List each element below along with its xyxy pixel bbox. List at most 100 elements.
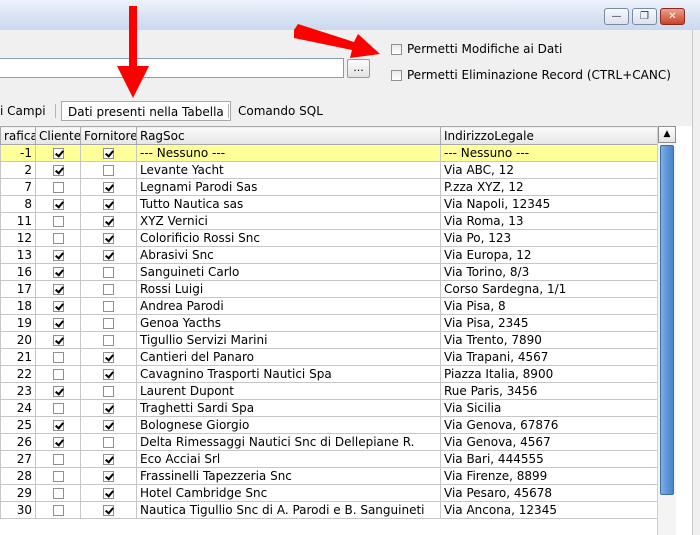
cliente-checkbox[interactable] bbox=[52, 420, 64, 431]
cell-id[interactable]: 25 bbox=[0, 416, 36, 434]
fornitore-checkbox[interactable] bbox=[103, 488, 114, 499]
scroll-thumb[interactable] bbox=[660, 145, 674, 495]
fornitore-checkbox[interactable] bbox=[103, 454, 114, 465]
cell-id[interactable]: 20 bbox=[0, 331, 36, 349]
cell-indirizzo[interactable]: Via Pisa, 2345 bbox=[440, 314, 658, 332]
fornitore-checkbox[interactable] bbox=[103, 301, 114, 312]
fornitore-checkbox[interactable] bbox=[103, 165, 114, 176]
cell-indirizzo[interactable]: Via ABC, 12 bbox=[440, 161, 658, 179]
cell-ragsoc[interactable]: Colorificio Rossi Snc bbox=[136, 229, 441, 247]
table-row[interactable]: 25 Bolognese Giorgio Via Genova, 67876 bbox=[0, 416, 658, 434]
cell-fornitore[interactable] bbox=[80, 246, 137, 264]
cliente-checkbox[interactable] bbox=[52, 165, 64, 176]
cell-indirizzo[interactable]: Via Sicilia bbox=[440, 399, 658, 417]
cliente-checkbox[interactable] bbox=[52, 352, 64, 363]
cliente-checkbox[interactable] bbox=[52, 250, 64, 261]
cell-id[interactable]: 18 bbox=[0, 297, 36, 315]
cell-cliente[interactable] bbox=[35, 365, 81, 383]
cell-id[interactable]: 21 bbox=[0, 348, 36, 366]
cell-cliente[interactable] bbox=[35, 348, 81, 366]
cell-cliente[interactable] bbox=[35, 484, 81, 502]
cell-ragsoc[interactable]: Nautica Tigullio Snc di A. Parodi e B. S… bbox=[136, 501, 441, 519]
fornitore-checkbox[interactable] bbox=[103, 505, 114, 516]
cell-ragsoc[interactable]: Frassinelli Tapezzeria Snc bbox=[136, 467, 441, 485]
cliente-checkbox[interactable] bbox=[52, 199, 64, 210]
cell-cliente[interactable] bbox=[35, 314, 81, 332]
fornitore-checkbox[interactable] bbox=[103, 352, 114, 363]
cell-cliente[interactable] bbox=[35, 263, 81, 281]
cell-indirizzo[interactable]: Via Napoli, 12345 bbox=[440, 195, 658, 213]
cell-ragsoc[interactable]: Eco Acciai Srl bbox=[136, 450, 441, 468]
table-row[interactable]: 24 Traghetti Sardi Spa Via Sicilia bbox=[0, 399, 658, 417]
cell-cliente[interactable] bbox=[35, 229, 81, 247]
cell-indirizzo[interactable]: Corso Sardegna, 1/1 bbox=[440, 280, 658, 298]
cliente-checkbox[interactable] bbox=[52, 488, 64, 499]
tab-comando-sql[interactable]: Comando SQL bbox=[238, 101, 323, 121]
cell-id[interactable]: 30 bbox=[0, 501, 36, 519]
cell-cliente[interactable] bbox=[35, 331, 81, 349]
cell-fornitore[interactable] bbox=[80, 365, 137, 383]
cell-fornitore[interactable] bbox=[80, 399, 137, 417]
cliente-checkbox[interactable] bbox=[52, 267, 64, 278]
vertical-scrollbar[interactable]: ▲ bbox=[657, 126, 676, 535]
cliente-checkbox[interactable] bbox=[52, 403, 64, 414]
cell-ragsoc[interactable]: Cantieri del Panaro bbox=[136, 348, 441, 366]
cell-cliente[interactable] bbox=[35, 501, 81, 519]
cell-cliente[interactable] bbox=[35, 280, 81, 298]
cell-id[interactable]: 23 bbox=[0, 382, 36, 400]
cell-fornitore[interactable] bbox=[80, 433, 137, 451]
cell-ragsoc[interactable]: Delta Rimessaggi Nautici Snc di Dellepia… bbox=[136, 433, 441, 451]
cell-cliente[interactable] bbox=[35, 450, 81, 468]
cell-id[interactable]: 22 bbox=[0, 365, 36, 383]
fornitore-checkbox[interactable] bbox=[103, 369, 114, 380]
cell-fornitore[interactable] bbox=[80, 331, 137, 349]
cell-indirizzo[interactable]: Rue Paris, 3456 bbox=[440, 382, 658, 400]
cliente-checkbox[interactable] bbox=[52, 318, 64, 329]
cell-indirizzo[interactable]: Piazza Italia, 8900 bbox=[440, 365, 658, 383]
fornitore-checkbox[interactable] bbox=[103, 335, 114, 346]
table-row[interactable]: 19 Genoa Yacths Via Pisa, 2345 bbox=[0, 314, 658, 332]
cell-fornitore[interactable] bbox=[80, 263, 137, 281]
cell-indirizzo[interactable]: Via Roma, 13 bbox=[440, 212, 658, 230]
table-row[interactable]: -1 --- Nessuno --- --- Nessuno --- bbox=[0, 144, 658, 162]
table-row[interactable]: 7 Legnami Parodi Sas P.zza XYZ, 12 bbox=[0, 178, 658, 196]
cell-indirizzo[interactable]: --- Nessuno --- bbox=[440, 144, 658, 162]
cell-cliente[interactable] bbox=[35, 144, 81, 162]
cell-id[interactable]: 13 bbox=[0, 246, 36, 264]
cell-ragsoc[interactable]: XYZ Vernici bbox=[136, 212, 441, 230]
table-row[interactable]: 20 Tigullio Servizi Marini Via Trento, 789… bbox=[0, 331, 658, 349]
table-row[interactable]: 2 Levante Yacht Via ABC, 12 bbox=[0, 161, 658, 179]
cell-indirizzo[interactable]: Via Trapani, 4567 bbox=[440, 348, 658, 366]
cell-ragsoc[interactable]: --- Nessuno --- bbox=[136, 144, 441, 162]
allow-edit-option[interactable]: Permetti Modifiche ai Dati bbox=[391, 42, 562, 56]
cliente-checkbox[interactable] bbox=[52, 301, 64, 312]
cell-id[interactable]: 26 bbox=[0, 433, 36, 451]
cell-cliente[interactable] bbox=[35, 433, 81, 451]
table-row[interactable]: 26 Delta Rimessaggi Nautici Snc di Dellep… bbox=[0, 433, 658, 451]
cell-indirizzo[interactable]: Via Europa, 12 bbox=[440, 246, 658, 264]
allow-edit-checkbox[interactable] bbox=[391, 43, 402, 55]
cell-ragsoc[interactable]: Laurent Dupont bbox=[136, 382, 441, 400]
table-row[interactable]: 17 Rossi Luigi Corso Sardegna, 1/1 bbox=[0, 280, 658, 298]
cliente-checkbox[interactable] bbox=[52, 437, 64, 448]
fornitore-checkbox[interactable] bbox=[103, 250, 114, 261]
table-row[interactable]: 23 Laurent Dupont Rue Paris, 3456 bbox=[0, 382, 658, 400]
fornitore-checkbox[interactable] bbox=[103, 386, 114, 397]
cell-indirizzo[interactable]: Via Genova, 67876 bbox=[440, 416, 658, 434]
cliente-checkbox[interactable] bbox=[52, 284, 64, 295]
restore-button[interactable]: ❐ bbox=[632, 8, 657, 25]
cell-indirizzo[interactable]: Via Trento, 7890 bbox=[440, 331, 658, 349]
fornitore-checkbox[interactable] bbox=[103, 199, 114, 210]
cell-ragsoc[interactable]: Traghetti Sardi Spa bbox=[136, 399, 441, 417]
scroll-up-button[interactable]: ▲ bbox=[658, 126, 676, 143]
cell-fornitore[interactable] bbox=[80, 348, 137, 366]
cell-ragsoc[interactable]: Sanguineti Carlo bbox=[136, 263, 441, 281]
cell-indirizzo[interactable]: Via Pesaro, 45678 bbox=[440, 484, 658, 502]
tab-campi[interactable]: i Campi bbox=[0, 101, 46, 121]
allow-delete-checkbox[interactable] bbox=[391, 69, 402, 81]
cliente-checkbox[interactable] bbox=[52, 233, 64, 244]
cell-id[interactable]: 28 bbox=[0, 467, 36, 485]
table-row[interactable]: 11 XYZ Vernici Via Roma, 13 bbox=[0, 212, 658, 230]
fornitore-checkbox[interactable] bbox=[103, 420, 114, 431]
cell-id[interactable]: 11 bbox=[0, 212, 36, 230]
